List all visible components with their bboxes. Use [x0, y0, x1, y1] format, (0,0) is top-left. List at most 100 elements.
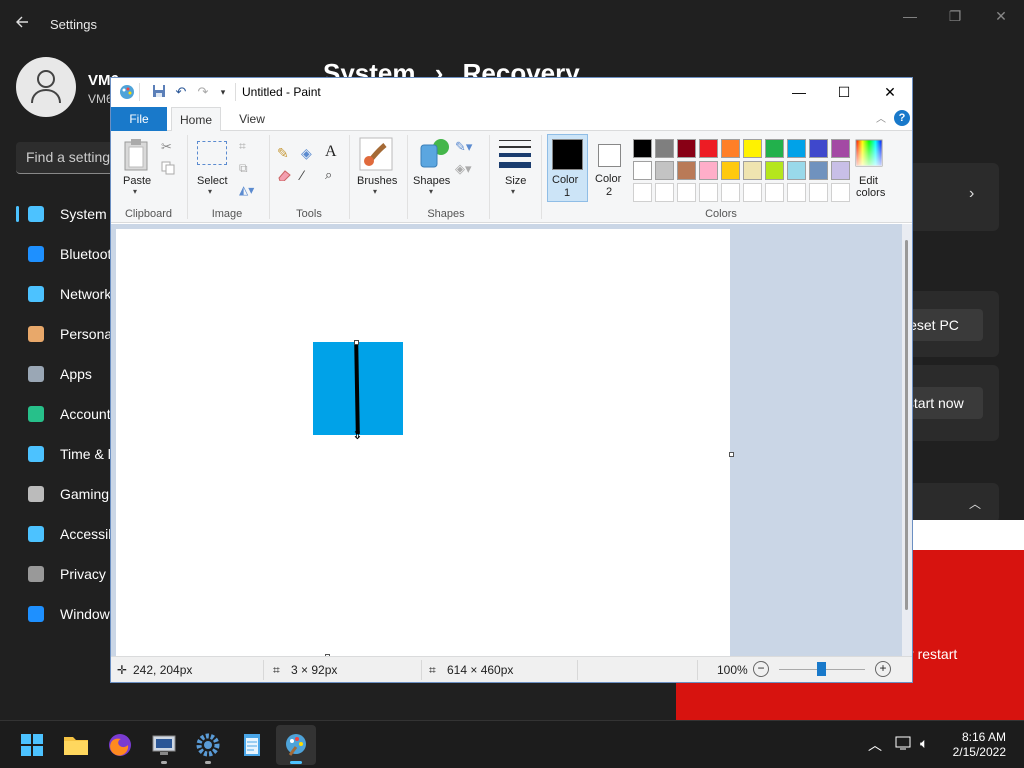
notepad-icon[interactable] — [232, 725, 272, 765]
close-icon[interactable]: ✕ — [986, 8, 1016, 25]
network-icon[interactable] — [895, 735, 913, 754]
search-input[interactable]: Find a setting — [16, 142, 120, 174]
text-icon[interactable]: A — [325, 143, 341, 160]
palette-swatch[interactable] — [699, 139, 718, 158]
size-icon[interactable] — [499, 139, 531, 169]
brushes-icon[interactable] — [359, 137, 393, 171]
sidebar-item-bluetooth[interactable]: Bluetooth & devices — [16, 236, 116, 272]
undo-icon[interactable]: ↶ — [173, 84, 189, 100]
settings-icon[interactable] — [188, 725, 228, 765]
custom-color-slot[interactable] — [809, 183, 828, 202]
sidebar-item-apps[interactable]: Apps — [16, 356, 116, 392]
palette-swatch[interactable] — [633, 161, 652, 180]
tab-home[interactable]: Home — [171, 107, 221, 131]
palette-swatch[interactable] — [765, 139, 784, 158]
palette-swatch[interactable] — [765, 161, 784, 180]
start-icon[interactable] — [12, 725, 52, 765]
minimize-icon[interactable]: — — [895, 8, 925, 24]
vertical-scrollbar[interactable] — [902, 224, 912, 656]
show-hidden-icons-icon[interactable]: ︿ — [868, 735, 882, 755]
sidebar-item-clock[interactable]: Time & language — [16, 436, 116, 472]
paint-icon[interactable] — [276, 725, 316, 765]
sidebar-item-gamepad[interactable]: Gaming — [16, 476, 116, 512]
palette-swatch[interactable] — [787, 161, 806, 180]
settings-card[interactable]: › — [913, 163, 999, 231]
eraser-icon[interactable] — [277, 169, 293, 185]
custom-color-slot[interactable] — [831, 183, 850, 202]
customize-qat-icon[interactable]: ▾ — [215, 84, 231, 100]
custom-color-slot[interactable] — [655, 183, 674, 202]
palette-swatch[interactable] — [809, 139, 828, 158]
palette-swatch[interactable] — [677, 161, 696, 180]
shapes-icon[interactable] — [417, 137, 451, 171]
color2-button[interactable]: Color 2 — [592, 134, 632, 202]
save-icon[interactable] — [151, 84, 167, 100]
copy-icon[interactable] — [161, 161, 177, 177]
scrollbar-thumb[interactable] — [905, 240, 908, 610]
volume-icon[interactable]: 🔈︎ — [920, 735, 928, 752]
shapes-dropdown-icon[interactable]: ▾ — [429, 187, 433, 196]
size-button[interactable]: Size — [505, 175, 526, 187]
outline-icon[interactable]: ✎▾ — [455, 139, 472, 155]
rotate-icon[interactable]: ◭▾ — [239, 183, 255, 199]
palette-swatch[interactable] — [809, 161, 828, 180]
close-icon[interactable]: ✕ — [870, 81, 910, 103]
custom-color-slot[interactable] — [721, 183, 740, 202]
select-icon[interactable] — [197, 141, 227, 165]
cut-icon[interactable]: ✂ — [161, 139, 177, 155]
sidebar-item-wifi[interactable]: Network & internet — [16, 276, 116, 312]
palette-swatch[interactable] — [655, 139, 674, 158]
canvas-resize-handle-right[interactable] — [729, 452, 734, 457]
sidebar-item-brush[interactable]: Personalization — [16, 316, 116, 352]
minimize-icon[interactable]: — — [779, 81, 819, 103]
pencil-icon[interactable]: ✎ — [277, 145, 293, 161]
edit-colors-icon[interactable] — [855, 139, 885, 169]
maximize-icon[interactable]: ☐ — [824, 81, 864, 103]
zoom-slider-thumb[interactable] — [817, 662, 826, 676]
sidebar-item-accessibility[interactable]: Accessibility — [16, 516, 116, 552]
firefox-icon[interactable] — [100, 725, 140, 765]
custom-color-slot[interactable] — [743, 183, 762, 202]
palette-swatch[interactable] — [633, 139, 652, 158]
fill-icon[interactable]: ◈ — [301, 145, 317, 161]
palette-swatch[interactable] — [721, 139, 740, 158]
sidebar-item-system[interactable]: System — [16, 196, 116, 232]
brushes-button[interactable]: Brushes — [357, 175, 397, 187]
redo-icon[interactable]: ↷ — [195, 84, 211, 100]
select-button[interactable]: Select — [197, 175, 228, 187]
zoom-in-icon[interactable]: + — [875, 661, 891, 677]
fill-shape-icon[interactable]: ◈▾ — [455, 161, 472, 177]
sidebar-item-update[interactable]: Windows Update — [16, 596, 116, 632]
palette-swatch[interactable] — [699, 161, 718, 180]
palette-swatch[interactable] — [831, 139, 850, 158]
reset-pc-button[interactable]: Reset PC — [899, 309, 983, 341]
zoom-out-icon[interactable]: − — [753, 661, 769, 677]
clock[interactable]: 8:16 AM 2/15/2022 — [950, 730, 1006, 760]
paint-app-icon[interactable] — [119, 84, 135, 100]
custom-color-slot[interactable] — [787, 183, 806, 202]
select-dropdown-icon[interactable]: ▾ — [208, 187, 212, 196]
tab-view[interactable]: View — [231, 107, 273, 131]
custom-color-slot[interactable] — [699, 183, 718, 202]
sidebar-item-account[interactable]: Accounts — [16, 396, 116, 432]
palette-swatch[interactable] — [655, 161, 674, 180]
drawing-canvas[interactable]: ⇕ — [116, 229, 730, 661]
palette-swatch[interactable] — [721, 161, 740, 180]
remote-desktop-icon[interactable] — [144, 725, 184, 765]
edit-colors-label-1[interactable]: Edit — [859, 175, 878, 187]
tab-file[interactable]: File — [111, 107, 167, 131]
custom-color-slot[interactable] — [765, 183, 784, 202]
sidebar-item-shield[interactable]: Privacy & security — [16, 556, 116, 592]
color-picker-icon[interactable]: ⁄ — [301, 167, 317, 183]
shapes-button[interactable]: Shapes — [413, 175, 450, 187]
selection-handle[interactable] — [354, 340, 359, 345]
expander-card[interactable]: ︿ — [913, 483, 999, 523]
custom-color-slot[interactable] — [677, 183, 696, 202]
file-explorer-icon[interactable] — [56, 725, 96, 765]
restore-icon[interactable]: ❐ — [940, 8, 970, 25]
palette-swatch[interactable] — [677, 139, 696, 158]
back-arrow-icon[interactable] — [14, 14, 34, 34]
resize-icon[interactable]: ⧉ — [239, 161, 255, 177]
palette-swatch[interactable] — [743, 139, 762, 158]
magnifier-icon[interactable]: ⌕ — [325, 167, 341, 183]
